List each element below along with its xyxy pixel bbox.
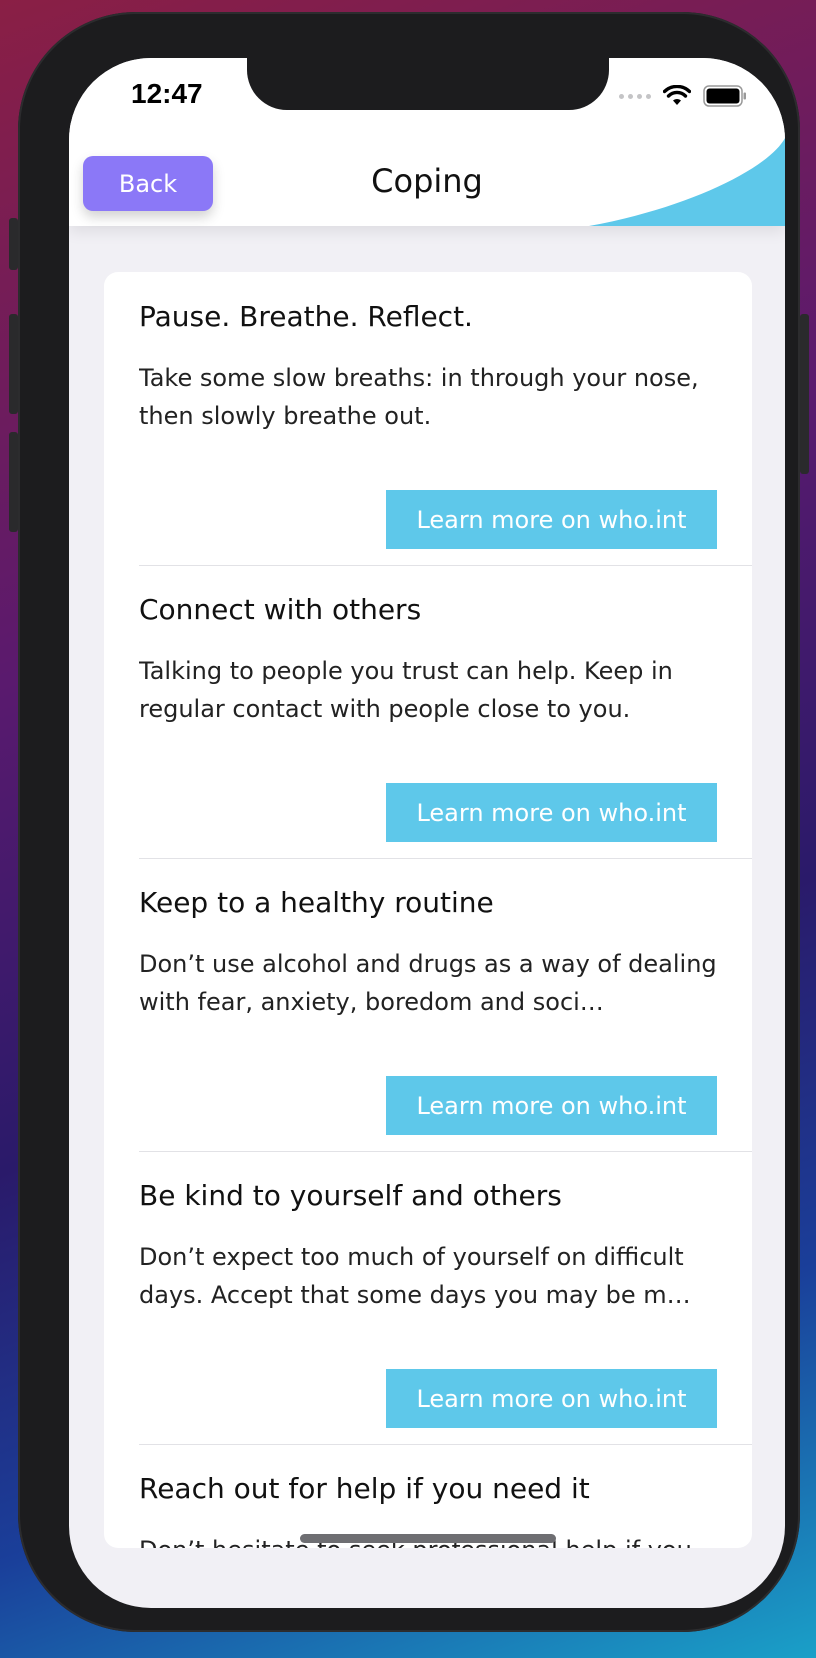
coping-list-card: Pause. Breathe. Reflect. Take some slow … (104, 272, 752, 1548)
status-icons (619, 84, 747, 108)
volume-up-button (9, 314, 18, 414)
item-title: Keep to a healthy routine (139, 886, 494, 919)
item-title: Connect with others (139, 593, 422, 626)
item-description: Don’t expect too much of yourself on dif… (139, 1243, 691, 1309)
power-button (800, 314, 809, 474)
home-indicator[interactable] (300, 1534, 556, 1543)
item-title: Be kind to yourself and others (139, 1179, 562, 1212)
back-button[interactable]: Back (83, 156, 213, 211)
item-description: Take some slow breaths: in through your … (139, 364, 699, 430)
list-item: Reach out for help if you need it Don’t … (104, 1444, 752, 1548)
status-time: 12:47 (131, 78, 203, 109)
item-title: Pause. Breathe. Reflect. (139, 300, 473, 333)
list-item: Pause. Breathe. Reflect. Take some slow … (104, 272, 752, 565)
screen: 12:47 Back Coping Pause. Breathe. Reflec… (69, 58, 785, 1608)
learn-more-button[interactable]: Learn more on who.int (386, 783, 717, 842)
list-item: Be kind to yourself and others Don’t exp… (104, 1151, 752, 1444)
volume-down-button (9, 432, 18, 532)
item-description: Talking to people you trust can help. Ke… (139, 657, 673, 723)
battery-icon (703, 85, 746, 107)
list-item: Connect with others Talking to people yo… (104, 565, 752, 858)
list-item: Keep to a healthy routine Don’t use alco… (104, 858, 752, 1151)
learn-more-button[interactable]: Learn more on who.int (386, 1369, 717, 1428)
item-title: Reach out for help if you need it (139, 1472, 590, 1505)
learn-more-button[interactable]: Learn more on who.int (386, 1076, 717, 1135)
notch (247, 58, 609, 110)
cellular-signal-icon (619, 93, 651, 99)
item-description: Don’t use alcohol and drugs as a way of … (139, 950, 717, 1016)
mute-switch (9, 218, 18, 270)
learn-more-button[interactable]: Learn more on who.int (386, 490, 717, 549)
wifi-icon (663, 85, 691, 105)
phone-frame: 12:47 Back Coping Pause. Breathe. Reflec… (9, 12, 809, 1632)
